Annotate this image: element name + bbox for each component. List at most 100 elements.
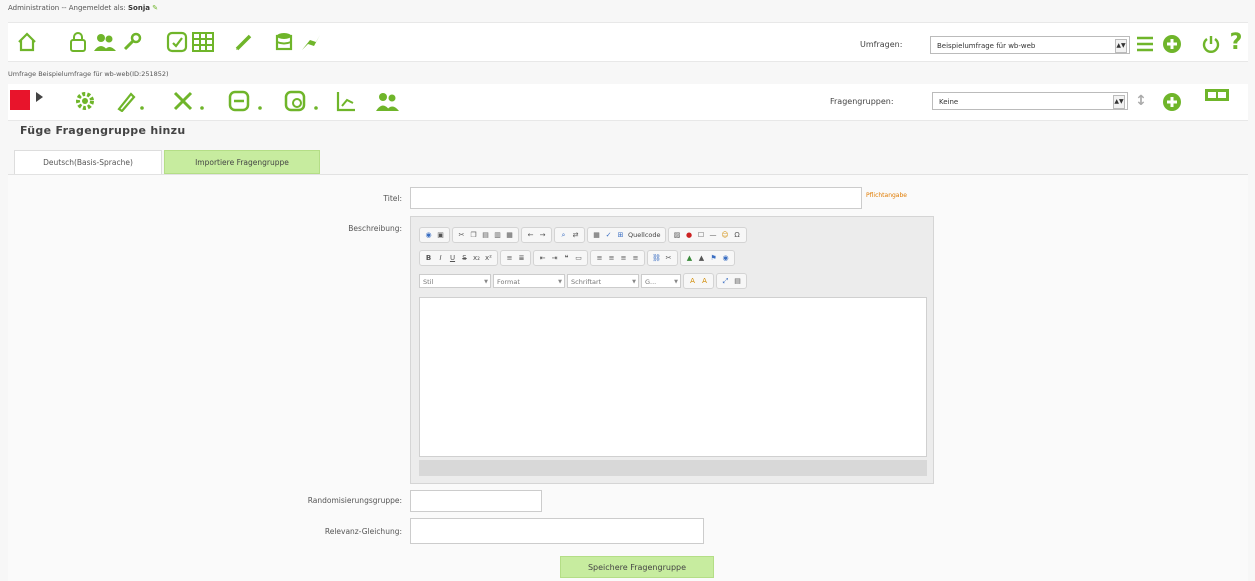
relevance-textarea[interactable] bbox=[410, 518, 704, 544]
align-right-icon[interactable]: ≡ bbox=[619, 254, 628, 263]
home-icon[interactable] bbox=[14, 28, 40, 56]
cut-icon[interactable]: ✂ bbox=[457, 231, 466, 240]
tools-icon[interactable] bbox=[170, 88, 214, 114]
help-icon[interactable]: ? bbox=[1226, 30, 1246, 56]
outdent-icon[interactable]: ⇤ bbox=[538, 254, 547, 263]
bold-icon[interactable]: B bbox=[424, 254, 433, 263]
username-link[interactable]: Sonja bbox=[128, 4, 150, 12]
lock-icon[interactable] bbox=[66, 28, 90, 56]
underline-icon[interactable]: U bbox=[448, 254, 457, 263]
user-group-icon[interactable] bbox=[92, 28, 118, 56]
maximize-icon[interactable]: ⤢ bbox=[721, 277, 730, 286]
people-icon[interactable] bbox=[372, 88, 402, 114]
title-input[interactable] bbox=[410, 187, 862, 209]
tab-import-group[interactable]: Importiere Fragengruppe bbox=[164, 150, 320, 174]
align-left-icon[interactable]: ≡ bbox=[595, 254, 604, 263]
indent-icon[interactable]: ⇥ bbox=[550, 254, 559, 263]
strike-icon[interactable]: S bbox=[460, 254, 469, 263]
justify-icon[interactable]: ≡ bbox=[631, 254, 640, 263]
survey-select[interactable]: Beispielumfrage für wb-web ▲▼ bbox=[930, 36, 1130, 54]
spellcheck-icon[interactable]: ✓ bbox=[604, 231, 613, 240]
survey-info: Umfrage Beispielumfrage für wb-web(ID:25… bbox=[8, 70, 169, 78]
play-icon[interactable] bbox=[36, 92, 43, 102]
find-icon[interactable]: ⌕ bbox=[559, 231, 568, 240]
description-editor[interactable]: ◉ ▣ ✂ ❐ ▤ ▥ ▦ ← → ⌕ ⇄ ▦ ✓ ⊞ Quellcode ▨ ● ☐ — ☺ Ω BIUSx… bbox=[410, 216, 934, 484]
grid-icon[interactable] bbox=[190, 28, 216, 56]
surveys-label: Umfragen: bbox=[860, 40, 903, 49]
bullet-list-icon[interactable]: ≣ bbox=[517, 254, 526, 263]
relevance-label: Relevanz-Gleichung: bbox=[324, 527, 402, 536]
reorder-icon[interactable]: ↕ bbox=[1134, 88, 1148, 114]
paste-icon[interactable]: ▤ bbox=[481, 231, 490, 240]
table-icon[interactable]: ☐ bbox=[697, 231, 706, 240]
add-icon[interactable] bbox=[1160, 32, 1184, 56]
style-dropdown[interactable]: Stil bbox=[419, 274, 491, 289]
show-blocks-icon[interactable]: ▤ bbox=[733, 277, 742, 286]
survey-icon[interactable] bbox=[164, 28, 190, 56]
settings-icon[interactable] bbox=[72, 88, 98, 114]
size-dropdown[interactable]: G... bbox=[641, 274, 681, 289]
source-icon[interactable]: ◉ bbox=[424, 231, 433, 240]
smiley-icon[interactable]: ☺ bbox=[721, 231, 730, 240]
required-label: Pflichtangabe bbox=[866, 192, 907, 199]
survey-group-icon[interactable] bbox=[226, 88, 272, 114]
link-icon[interactable]: ⛓ bbox=[652, 254, 661, 263]
select-all-icon[interactable]: ▦ bbox=[592, 231, 601, 240]
subscript-icon[interactable]: x₂ bbox=[472, 254, 481, 263]
edit-icon[interactable] bbox=[112, 88, 152, 114]
anchor-icon[interactable]: ▲ bbox=[685, 254, 694, 263]
copy-icon[interactable]: ❐ bbox=[469, 231, 478, 240]
font-dropdown[interactable]: Schriftart bbox=[567, 274, 639, 289]
editor-status-bar bbox=[419, 460, 927, 476]
editor-toolbar-row-1: ◉ ▣ ✂ ❐ ▤ ▥ ▦ ← → ⌕ ⇄ ▦ ✓ ⊞ Quellcode ▨ ● ☐ — ☺ Ω bbox=[419, 225, 747, 245]
image-insert-icon[interactable]: ▲ bbox=[697, 254, 706, 263]
quote-icon[interactable]: ❝ bbox=[562, 254, 571, 263]
display-icon[interactable] bbox=[1202, 86, 1232, 104]
list-icon[interactable] bbox=[1134, 32, 1156, 56]
editor-toolbar-row-2: B I U Sx₂ x² ≡ ≣ ⇤ ⇥ ❝ ▭ ≡ ≡ ≡ ≡ ⛓ ✂ ▲ ▲ ⚑ ◉ bbox=[419, 248, 735, 268]
unlink-icon[interactable]: ✂ bbox=[664, 254, 673, 263]
text-color-icon[interactable]: A bbox=[688, 277, 697, 286]
tab-base-language[interactable]: Deutsch(Basis-Sprache) bbox=[14, 150, 162, 174]
wrench-icon[interactable] bbox=[120, 28, 144, 56]
stop-icon[interactable] bbox=[10, 90, 30, 110]
pencil-icon[interactable] bbox=[232, 28, 256, 56]
logged-in-label: Angemeldet als: bbox=[68, 4, 126, 12]
superscript-icon[interactable]: x² bbox=[484, 254, 493, 263]
group-select[interactable]: Keine ▲▼ bbox=[932, 92, 1128, 110]
replace-icon[interactable]: ⇄ bbox=[571, 231, 580, 240]
image-icon[interactable]: ▨ bbox=[673, 231, 682, 240]
breadcrumb: Administration -- Angemeldet als: Sonja … bbox=[8, 4, 158, 12]
numbered-list-icon[interactable]: ≡ bbox=[505, 254, 514, 263]
div-icon[interactable]: ▭ bbox=[574, 254, 583, 263]
align-center-icon[interactable]: ≡ bbox=[607, 254, 616, 263]
breadcrumb-admin-link[interactable]: Administration bbox=[8, 4, 59, 12]
paste-word-icon[interactable]: ▦ bbox=[505, 231, 514, 240]
special-char-icon[interactable]: Ω bbox=[733, 231, 742, 240]
hr-icon[interactable]: — bbox=[709, 231, 718, 240]
undo-icon[interactable]: ← bbox=[526, 231, 535, 240]
save-group-button[interactable]: Speichere Fragengruppe bbox=[560, 556, 714, 578]
database-icon[interactable] bbox=[272, 28, 296, 56]
randomization-input[interactable] bbox=[410, 490, 542, 512]
bg-color-icon[interactable]: A bbox=[700, 277, 709, 286]
edit-user-icon[interactable]: ✎ bbox=[152, 4, 158, 12]
redo-icon[interactable]: → bbox=[538, 231, 547, 240]
survey-refresh-icon[interactable] bbox=[282, 88, 328, 114]
flag-icon[interactable]: ⚑ bbox=[709, 254, 718, 263]
flash-icon[interactable]: ● bbox=[685, 231, 694, 240]
globe-icon[interactable]: ◉ bbox=[721, 254, 730, 263]
plugin-icon[interactable] bbox=[298, 28, 324, 56]
add-group-icon[interactable] bbox=[1160, 90, 1184, 114]
source-code-label[interactable]: Quellcode bbox=[628, 231, 661, 239]
paste-text-icon[interactable]: ▥ bbox=[493, 231, 502, 240]
italic-icon[interactable]: I bbox=[436, 254, 445, 263]
power-icon[interactable] bbox=[1200, 32, 1222, 56]
editor-content-area[interactable] bbox=[419, 297, 927, 457]
editor-toolbar-row-3: Stil Format Schriftart G... AA ⤢▤ bbox=[419, 271, 747, 291]
group-select-value: Keine bbox=[939, 98, 959, 106]
source-code-icon[interactable]: ⊞ bbox=[616, 231, 625, 240]
chart-icon[interactable] bbox=[332, 88, 360, 114]
save-icon[interactable]: ▣ bbox=[436, 231, 445, 240]
format-dropdown[interactable]: Format bbox=[493, 274, 565, 289]
